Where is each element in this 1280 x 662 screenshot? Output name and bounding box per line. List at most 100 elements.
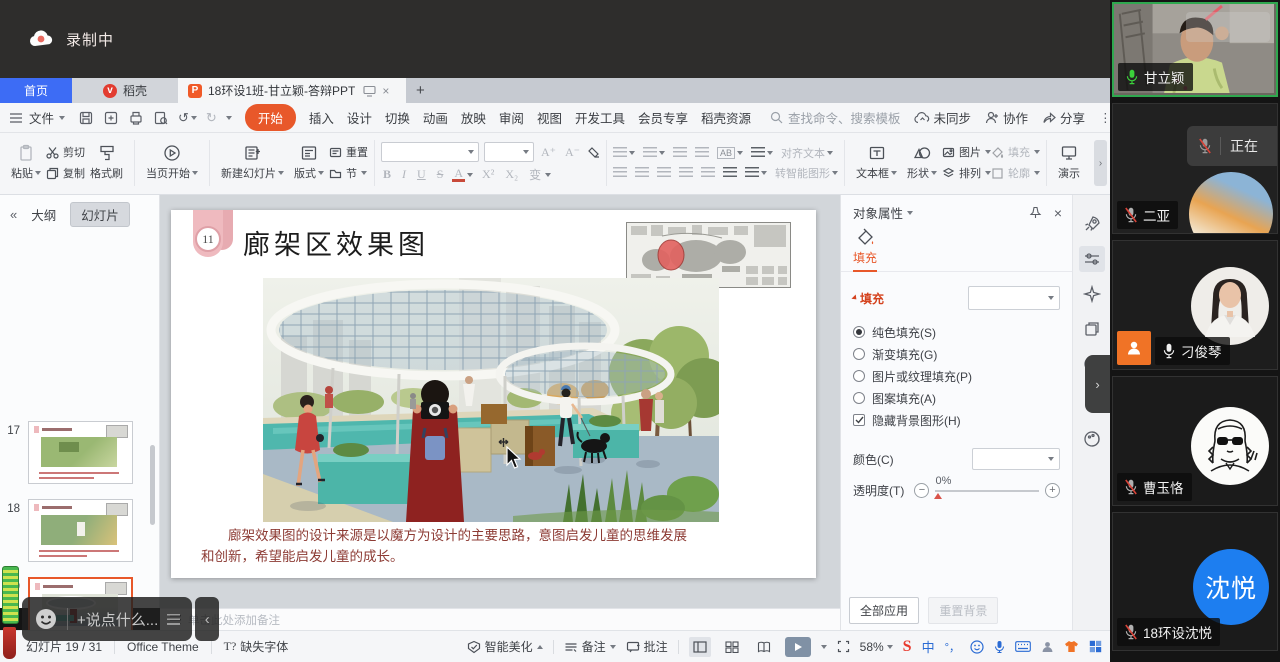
- redo-button[interactable]: ↻: [206, 110, 217, 126]
- ime-punct-icon[interactable]: °，: [945, 639, 960, 655]
- increase-indent-button[interactable]: [695, 147, 709, 158]
- superscript-button[interactable]: X²: [480, 167, 496, 182]
- font-size-select[interactable]: [484, 142, 534, 162]
- participant-tile-active[interactable]: 甘立颖: [1112, 2, 1278, 97]
- ime-emoji-icon[interactable]: [970, 640, 984, 654]
- tab-slides[interactable]: 幻灯片: [70, 202, 130, 227]
- comment-button[interactable]: 批注: [626, 638, 668, 655]
- menu-tab-design[interactable]: 设计: [347, 108, 372, 127]
- danmaku-bar[interactable]: +说点什么... ‹: [22, 597, 219, 641]
- font-color-button[interactable]: A: [452, 167, 473, 182]
- save-icon[interactable]: [78, 110, 94, 126]
- undo-button[interactable]: ↺: [178, 110, 197, 126]
- pin-icon[interactable]: [1029, 206, 1042, 219]
- radio-solid-fill[interactable]: 纯色填充(S): [853, 322, 1060, 342]
- align-right-button[interactable]: [657, 167, 671, 178]
- file-menu[interactable]: 文件: [8, 108, 65, 127]
- ime-keyboard-icon[interactable]: [1015, 641, 1031, 652]
- tab-docer[interactable]: v 稻壳: [72, 78, 178, 103]
- menu-tab-member[interactable]: 会员专享: [638, 108, 688, 127]
- command-search[interactable]: 查找命令、搜索模板: [770, 108, 901, 127]
- shapes-button[interactable]: 形状: [902, 144, 942, 181]
- slide-number-badge[interactable]: 11: [193, 210, 223, 257]
- beautify-pane-icon[interactable]: [1083, 285, 1101, 303]
- menu-tab-slideshow[interactable]: 放映: [461, 108, 486, 127]
- toolbar-overflow-tab[interactable]: ›: [1094, 140, 1107, 186]
- participant-tile[interactable]: 曹玉恪: [1112, 376, 1278, 506]
- slide-caption[interactable]: 廊架效果图的设计来源是以魔方为设计的主要思路，意图启发儿童的思维发展 和创新，希…: [201, 526, 766, 568]
- participant-tile[interactable]: 正在 二亚: [1112, 103, 1278, 234]
- properties-pane-icon-selected[interactable]: [1079, 246, 1105, 272]
- present-button[interactable]: 演示: [1053, 144, 1085, 181]
- bold-button[interactable]: B: [381, 167, 393, 182]
- slide-title[interactable]: 廊架区效果图: [243, 223, 429, 262]
- number-list-button[interactable]: [643, 147, 665, 158]
- share-button[interactable]: 分享: [1042, 108, 1085, 127]
- text-box-button[interactable]: 文本框: [851, 144, 902, 181]
- reset-button[interactable]: 重置: [329, 144, 368, 160]
- radio-picture-fill[interactable]: 图片或纹理填充(P): [853, 366, 1060, 386]
- slideshow-play-button[interactable]: [785, 637, 811, 657]
- export-icon[interactable]: [103, 110, 119, 126]
- distribute-button[interactable]: [701, 167, 715, 178]
- justify-button[interactable]: [679, 167, 693, 178]
- emoji-icon[interactable]: [34, 607, 58, 631]
- thumbnails-scrollbar[interactable]: [150, 445, 155, 525]
- missing-font-warning[interactable]: T? 缺失字体: [224, 638, 289, 655]
- menu-tab-insert[interactable]: 插入: [309, 108, 334, 127]
- strike-button[interactable]: S: [435, 167, 446, 182]
- view-sorter-button[interactable]: [721, 637, 743, 657]
- preview-icon[interactable]: [153, 110, 169, 126]
- notes-button[interactable]: 备注: [564, 638, 616, 655]
- paste-button[interactable]: 粘贴: [6, 144, 46, 181]
- ime-user-icon[interactable]: [1041, 640, 1054, 653]
- reset-background-button[interactable]: 重置背景: [928, 597, 998, 624]
- view-normal-button[interactable]: [689, 637, 711, 657]
- picture-button[interactable]: 图片: [942, 144, 991, 160]
- menu-tab-transition[interactable]: 切换: [385, 108, 410, 127]
- decrease-indent-button[interactable]: [673, 147, 687, 158]
- radio-pattern-fill[interactable]: 图案填充(A): [853, 388, 1060, 408]
- collapse-sidebar-button[interactable]: «: [10, 207, 17, 222]
- transparency-decrease-button[interactable]: −: [914, 483, 929, 498]
- menu-tab-start[interactable]: 开始: [245, 104, 296, 131]
- layout-button[interactable]: 版式: [289, 144, 329, 181]
- menu-tab-review[interactable]: 审阅: [499, 108, 524, 127]
- zoom-level[interactable]: 58%: [860, 640, 893, 654]
- column-button[interactable]: [723, 167, 737, 178]
- menu-tab-animation[interactable]: 动画: [423, 108, 448, 127]
- tab-home[interactable]: 首页: [0, 78, 72, 103]
- transparency-slider[interactable]: 0%: [935, 490, 1039, 492]
- clear-format-icon[interactable]: [587, 146, 600, 159]
- beautify-button[interactable]: 智能美化: [467, 638, 543, 655]
- fill-button[interactable]: 填充: [991, 144, 1040, 160]
- grow-font-button[interactable]: A⁺: [539, 145, 558, 160]
- to-smartart-button[interactable]: 转智能图形: [775, 165, 838, 181]
- danmaku-input[interactable]: +说点什么...: [77, 609, 158, 630]
- paragraph-spacing-button[interactable]: [745, 167, 767, 178]
- underline-button[interactable]: U: [415, 167, 428, 182]
- align-text-button[interactable]: 对齐文本: [781, 145, 833, 161]
- fill-tab[interactable]: 填充: [853, 228, 877, 272]
- danmaku-collapse-icon[interactable]: ‹: [195, 597, 219, 641]
- slide-19[interactable]: 11 廊架区效果图: [171, 210, 816, 578]
- theme-name[interactable]: Office Theme: [127, 640, 199, 654]
- sync-status[interactable]: 未同步: [914, 108, 972, 127]
- theme-pane-icon[interactable]: [1083, 430, 1101, 448]
- menu-tab-view[interactable]: 视图: [537, 108, 562, 127]
- zoom-fit-button[interactable]: [837, 640, 850, 653]
- arrange-button[interactable]: 排列: [942, 165, 991, 181]
- copy-button[interactable]: 复制: [46, 165, 85, 181]
- ime-sogou-icon[interactable]: S: [903, 638, 912, 656]
- duplicate-pane-icon[interactable]: [1083, 320, 1101, 338]
- slide-thumbnail-17[interactable]: [28, 421, 133, 484]
- section-button[interactable]: 节: [329, 165, 368, 181]
- menu-tab-devtools[interactable]: 开发工具: [575, 108, 625, 127]
- present-tab-icon[interactable]: [363, 85, 376, 97]
- checkbox-hide-background[interactable]: 隐藏背景图形(H): [853, 410, 1060, 430]
- fill-type-dropdown[interactable]: [968, 286, 1060, 310]
- ime-toolbox-icon[interactable]: [1089, 640, 1102, 653]
- quick-effects-icon[interactable]: [1083, 215, 1101, 233]
- menu-tab-docer-res[interactable]: 稻壳资源: [701, 108, 751, 127]
- radio-gradient-fill[interactable]: 渐变填充(G): [853, 344, 1060, 364]
